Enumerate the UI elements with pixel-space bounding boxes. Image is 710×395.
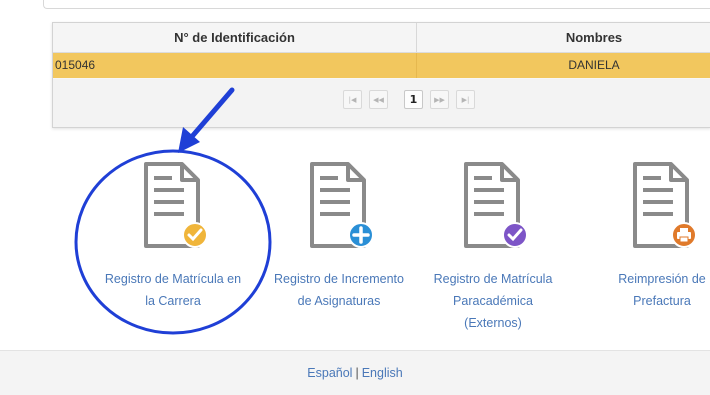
plus-icon — [348, 222, 374, 248]
cell-id: 015046 — [55, 58, 96, 72]
current-page-button[interactable]: 1 — [404, 90, 423, 109]
option-registro-incremento-asignaturas[interactable]: Registro de Incremento de Asignaturas — [269, 160, 409, 310]
language-link-english[interactable]: English — [362, 366, 403, 380]
pointer-arrow-head — [178, 127, 200, 153]
option-label[interactable]: Registro de Matrícula en la Carrera — [105, 268, 241, 312]
footer: Español | English — [0, 350, 710, 395]
column-header-names[interactable]: Nombres — [417, 23, 710, 52]
language-link-spanish[interactable]: Español — [307, 366, 352, 380]
option-label[interactable]: Registro de Matrícula Paracadémica (Exte… — [423, 268, 563, 334]
top-container-edge — [43, 0, 710, 9]
column-header-id[interactable]: N° de Identificación — [53, 23, 417, 52]
option-label[interactable]: Registro de Incremento de Asignaturas — [274, 268, 404, 312]
printer-icon — [671, 222, 697, 248]
option-label[interactable]: Reimpresión de Prefactura — [618, 268, 706, 312]
document-icon — [308, 160, 374, 250]
prev-page-icon[interactable]: ◀◀ — [369, 90, 388, 109]
last-page-icon[interactable]: ▶| — [456, 90, 475, 109]
next-page-icon[interactable]: ▶▶ — [430, 90, 449, 109]
document-icon — [631, 160, 697, 250]
pager: |◀ ◀◀ 1 ▶▶ ▶| — [53, 79, 710, 127]
grid-header: N° de Identificación Nombres — [53, 23, 710, 53]
first-page-icon[interactable]: |◀ — [343, 90, 362, 109]
document-icon — [462, 160, 528, 250]
check-icon — [182, 222, 208, 248]
student-grid: N° de Identificación Nombres 015046 DANI… — [52, 22, 710, 128]
cell-name: DANIELA — [568, 58, 620, 72]
check-icon — [502, 222, 528, 248]
option-reimpresion-prefactura[interactable]: Reimpresión de Prefactura — [592, 160, 710, 310]
table-row[interactable]: 015046 DANIELA — [53, 53, 710, 78]
option-registro-matricula-carrera[interactable]: Registro de Matrícula en la Carrera — [103, 160, 243, 310]
document-icon — [142, 160, 208, 250]
option-registro-matricula-paracademica[interactable]: Registro de Matrícula Paracadémica (Exte… — [423, 160, 563, 330]
language-separator: | — [355, 366, 359, 380]
